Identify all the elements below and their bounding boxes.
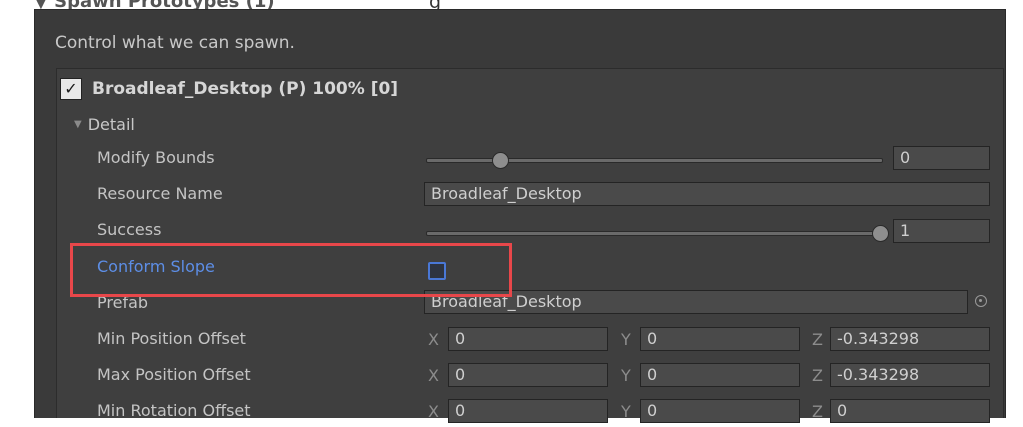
detail-foldout[interactable]: ▼ Detail [74,115,135,134]
success-slider-thumb[interactable] [872,225,889,242]
modify-bounds-value-field[interactable]: 0 [893,146,990,170]
z-axis-label: Z [812,366,823,385]
max-position-z-field[interactable]: -0.343298 [830,363,990,387]
x-axis-label: X [428,366,439,385]
x-axis-label: X [428,402,439,421]
y-axis-label: Y [621,366,631,385]
x-axis-label: X [428,330,439,349]
z-axis-label: Z [812,330,823,349]
prototype-title: Broadleaf_Desktop (P) 100% [0] [92,79,399,99]
y-axis-label: Y [621,330,631,349]
z-axis-label: Z [812,402,823,421]
prefab-object-field[interactable]: Broadleaf_Desktop [424,290,968,314]
prefab-label: Prefab [97,293,149,312]
min-position-x-field[interactable]: 0 [448,327,608,351]
foldout-arrow-icon: ▼ [74,119,82,130]
max-position-offset-label: Max Position Offset [97,365,251,384]
prototype-header[interactable]: ✓ Broadleaf_Desktop (P) 100% [0] [60,74,398,104]
min-rotation-z-field[interactable]: 0 [830,399,990,423]
modify-bounds-label: Modify Bounds [97,148,215,167]
min-rotation-y-field[interactable]: 0 [640,399,800,423]
conform-slope-label: Conform Slope [97,257,215,276]
section-description: Control what we can spawn. [55,33,295,53]
resource-name-field[interactable]: Broadleaf_Desktop [424,182,990,206]
modify-bounds-slider-thumb[interactable] [492,152,509,169]
min-rotation-offset-label: Min Rotation Offset [97,401,251,420]
success-slider-track[interactable] [426,231,883,236]
object-picker-icon[interactable] [975,295,987,307]
detail-foldout-label: Detail [87,115,135,134]
success-label: Success [97,220,162,239]
conform-slope-checkbox[interactable] [428,262,446,280]
prototype-enabled-checkbox[interactable]: ✓ [60,78,82,100]
min-position-offset-label: Min Position Offset [97,329,246,348]
check-icon: ✓ [64,79,78,98]
min-rotation-x-field[interactable]: 0 [448,399,608,423]
conform-slope-row: Conform Slope [97,255,997,283]
success-value-field[interactable]: 1 [893,219,990,243]
y-axis-label: Y [621,402,631,421]
resource-name-label: Resource Name [97,184,223,203]
max-position-x-field[interactable]: 0 [448,363,608,387]
min-position-y-field[interactable]: 0 [640,327,800,351]
max-position-y-field[interactable]: 0 [640,363,800,387]
min-position-z-field[interactable]: -0.343298 [830,327,990,351]
